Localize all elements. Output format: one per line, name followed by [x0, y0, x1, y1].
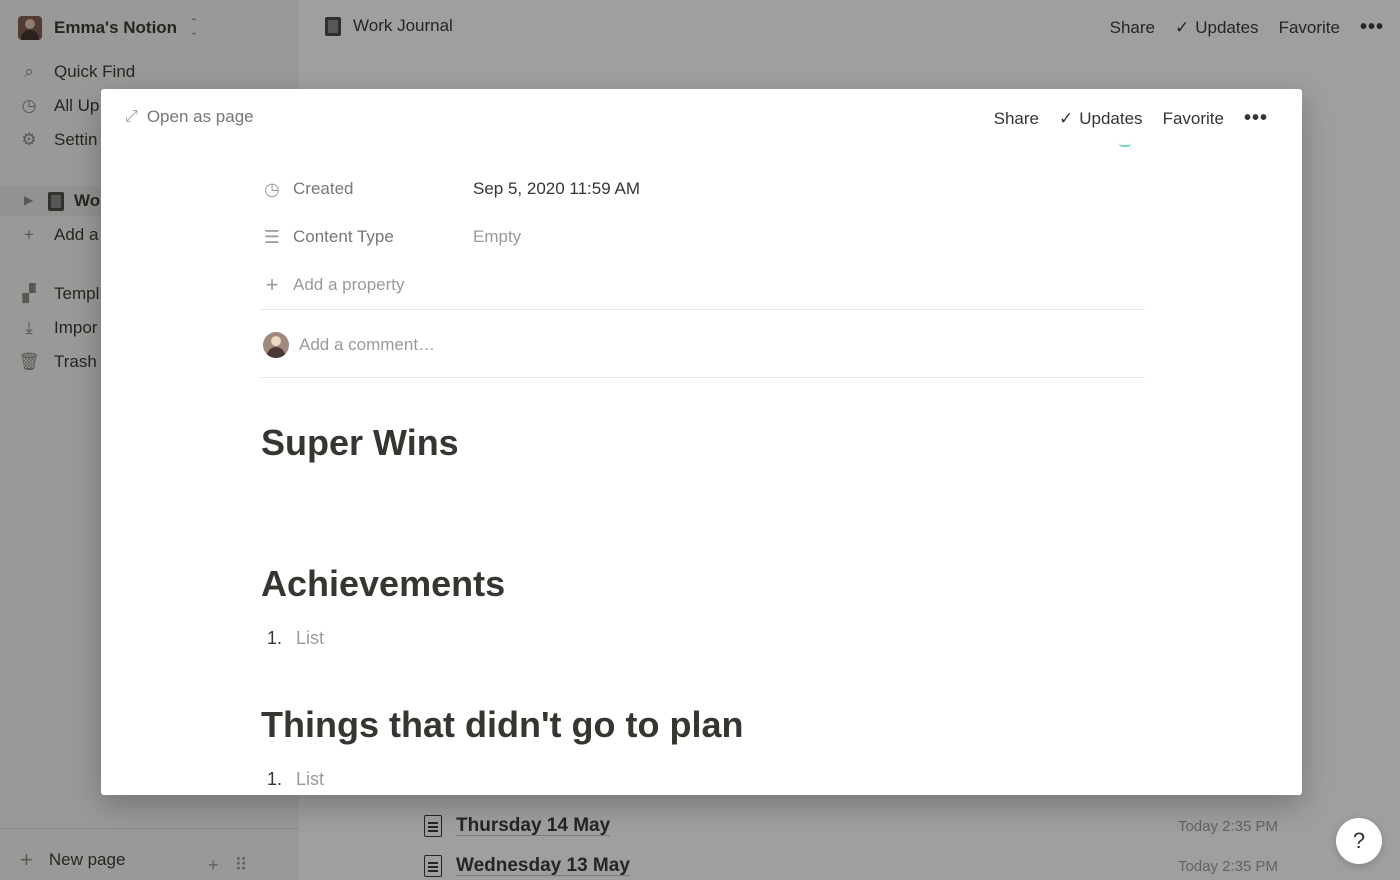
list-item[interactable]: 1. List	[267, 628, 324, 649]
property-row[interactable]: ◷ Created Sep 5, 2020 11:59 AM	[261, 165, 1145, 213]
updates-label: Updates	[1079, 108, 1143, 128]
heading-things-not-to-plan[interactable]: Things that didn't go to plan	[261, 704, 743, 746]
list-icon: ☰	[263, 226, 281, 247]
clock-icon: ◷	[264, 178, 280, 199]
property-value[interactable]: Empty	[473, 227, 521, 247]
updates-button[interactable]: ✓ Updates	[1059, 109, 1143, 129]
plus-icon: +	[265, 272, 279, 297]
comment-input[interactable]: Add a comment…	[263, 332, 435, 358]
share-button[interactable]: Share	[994, 109, 1039, 129]
list-item[interactable]: 1. List	[267, 769, 324, 790]
help-button[interactable]: ?	[1336, 818, 1382, 864]
more-icon[interactable]: •••	[1244, 107, 1268, 130]
heading-achievements[interactable]: Achievements	[261, 563, 505, 605]
expand-icon: ⤢	[125, 108, 138, 125]
divider	[259, 309, 1145, 310]
add-property-button[interactable]: + Add a property	[261, 261, 1145, 309]
heading-super-wins[interactable]: Super Wins	[261, 422, 459, 464]
properties: ◷ Created Sep 5, 2020 11:59 AM ☰ Content…	[261, 165, 1145, 309]
list-number: 1.	[267, 628, 283, 648]
list-number: 1.	[267, 769, 283, 789]
comment-placeholder: Add a comment…	[299, 335, 436, 354]
list-placeholder: List	[296, 769, 325, 789]
avatar	[263, 332, 289, 358]
page-peek-modal: ⤢ Open as page Share ✓ Updates Favorite •…	[101, 89, 1302, 795]
list-placeholder: List	[296, 628, 325, 648]
property-value[interactable]: Sep 5, 2020 11:59 AM	[473, 179, 640, 199]
check-icon: ✓	[1058, 108, 1074, 128]
open-as-page-button[interactable]: ⤢ Open as page	[125, 107, 254, 127]
divider	[259, 377, 1145, 378]
open-as-page-label: Open as page	[146, 107, 254, 126]
property-label: Content Type	[293, 227, 394, 246]
property-label: Created	[293, 179, 354, 198]
add-property-label: Add a property	[293, 275, 405, 294]
modal-header: ⤢ Open as page Share ✓ Updates Favorite •…	[101, 89, 1302, 147]
property-row[interactable]: ☰ Content Type Empty	[261, 213, 1145, 261]
favorite-button[interactable]: Favorite	[1163, 109, 1224, 129]
